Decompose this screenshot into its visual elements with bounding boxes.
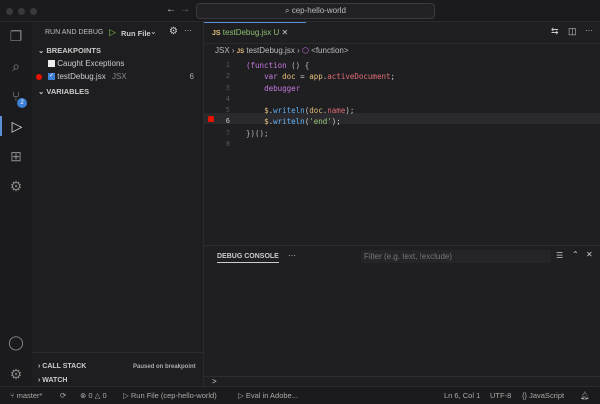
extensions-icon[interactable]: ⊞ bbox=[6, 146, 26, 166]
search-icon[interactable]: ⌕ bbox=[6, 56, 26, 76]
call-stack-section-header[interactable]: › CALL STACK bbox=[38, 363, 86, 370]
remote-icon[interactable]: ⚙ bbox=[6, 176, 26, 196]
call-stack-label: CALL STACK bbox=[42, 363, 87, 370]
breadcrumb: JSX › JS testDebug.jsx › ⬡ <function> bbox=[215, 46, 349, 55]
editor-area: JS testDebug.jsx U ✕ ⇆ ◫ ··· JSX › JS te… bbox=[204, 22, 600, 244]
variables-section-header[interactable]: ⌄ VARIABLES bbox=[38, 87, 89, 96]
checkbox-checked[interactable]: ✓ bbox=[48, 73, 55, 81]
debug-sidebar: RUN AND DEBUG ▷ Run File ⌄ ⚙ ··· ⌄ BREAK… bbox=[32, 22, 204, 386]
command-center-search[interactable]: ⌕ cep-hello-world bbox=[196, 3, 435, 19]
line-number: 7 bbox=[225, 128, 230, 137]
filter-placeholder: Filter (e.g. text, !exclude) bbox=[364, 252, 453, 261]
checkbox[interactable] bbox=[48, 60, 55, 68]
language-mode[interactable]: {} JavaScript bbox=[522, 387, 564, 404]
function-symbol-icon: ⬡ bbox=[301, 46, 309, 55]
untracked-badge: U bbox=[273, 28, 280, 37]
more-panels-icon[interactable]: ··· bbox=[288, 251, 296, 260]
breakpoint-folder: JSX bbox=[111, 72, 127, 81]
language-label: JavaScript bbox=[529, 391, 565, 400]
breadcrumb-file[interactable]: testDebug.jsx bbox=[246, 46, 294, 55]
settings-gear-icon[interactable]: ⚙ bbox=[6, 364, 26, 384]
warnings-count: 0 bbox=[102, 391, 107, 400]
breakpoints-header-label: BREAKPOINTS bbox=[46, 46, 101, 55]
close-window-button[interactable] bbox=[6, 8, 13, 15]
maximize-window-button[interactable] bbox=[30, 8, 37, 15]
run-file-item[interactable]: ▷ Run File (cep-hello-world) bbox=[123, 387, 217, 404]
breadcrumb-symbol[interactable]: <function> bbox=[311, 46, 348, 55]
run-label: Run File (cep-hello-world) bbox=[130, 391, 217, 400]
console-filter-input[interactable]: Filter (e.g. text, !exclude) bbox=[361, 250, 551, 263]
line-number: 4 bbox=[225, 94, 230, 103]
debug-config-select[interactable]: Run File bbox=[121, 29, 151, 38]
branch-item[interactable]: ⑂ master* bbox=[10, 387, 42, 404]
line-number: 5 bbox=[225, 106, 230, 115]
clear-console-icon[interactable]: ☰ bbox=[556, 251, 563, 260]
breakpoint-testdebug[interactable]: ✓ testDebug.jsx JSX 6 bbox=[48, 72, 198, 81]
errors-count: 0 bbox=[88, 391, 93, 400]
notifications-bell-icon[interactable]: 🔔︎ bbox=[580, 387, 590, 404]
status-bar: ⑂ master* ⟳ ⊗ 0 △ 0 ▷ Run File (cep-hell… bbox=[0, 386, 600, 404]
forward-button[interactable]: → bbox=[180, 4, 190, 15]
sidebar-title: RUN AND DEBUG bbox=[45, 29, 104, 36]
breakpoints-section-header[interactable]: ⌄ BREAKPOINTS bbox=[38, 46, 101, 55]
tab-debug-console[interactable]: DEBUG CONSOLE bbox=[217, 253, 279, 263]
start-debug-icon[interactable]: ▷ bbox=[109, 27, 116, 38]
close-tab-icon[interactable]: ✕ bbox=[282, 28, 289, 37]
gear-icon[interactable]: ⚙ bbox=[169, 26, 178, 37]
breadcrumb-folder[interactable]: JSX bbox=[215, 46, 230, 55]
debug-console-panel: DEBUG CONSOLE ··· Filter (e.g. text, !ex… bbox=[204, 245, 600, 386]
title-bar: ← → ⌕ cep-hello-world bbox=[0, 0, 600, 22]
run-debug-icon[interactable]: ▷ bbox=[0, 116, 32, 136]
more-actions-icon[interactable]: ··· bbox=[184, 26, 192, 35]
js-file-icon: JS bbox=[212, 30, 221, 37]
breakpoint-caught-exceptions[interactable]: Caught Exceptions bbox=[48, 59, 124, 68]
explorer-icon[interactable]: ❐ bbox=[6, 26, 26, 46]
encoding[interactable]: UTF-8 bbox=[490, 387, 511, 404]
js-file-icon: JS bbox=[236, 49, 245, 55]
console-input[interactable]: > bbox=[212, 377, 217, 386]
split-editor-icon[interactable]: ◫ bbox=[568, 26, 577, 37]
breakpoint-label: testDebug.jsx bbox=[57, 72, 106, 81]
line-number: 1 bbox=[225, 61, 230, 69]
search-icon: ⌕ bbox=[285, 6, 292, 15]
watch-section-header[interactable]: › WATCH bbox=[38, 377, 67, 384]
search-label: cep-hello-world bbox=[291, 6, 346, 15]
more-actions-icon[interactable]: ··· bbox=[585, 26, 593, 35]
chevron-down-icon[interactable]: ⌄ bbox=[150, 27, 157, 36]
branch-label: master* bbox=[16, 391, 43, 400]
line-number: 8 bbox=[225, 140, 230, 149]
eval-label: Eval in Adobe... bbox=[245, 391, 298, 400]
breakpoint-label: Caught Exceptions bbox=[57, 59, 125, 68]
tab-testdebug[interactable]: JS testDebug.jsx U ✕ bbox=[204, 22, 306, 44]
back-button[interactable]: ← bbox=[166, 4, 176, 15]
eval-item[interactable]: ▷ Eval in Adobe... bbox=[238, 387, 298, 404]
cursor-position[interactable]: Ln 6, Col 1 bbox=[444, 387, 480, 404]
activity-bar: ❐ ⌕ ⑂ 2 ▷ ⊞ ⚙ ◯ ⚙ bbox=[0, 22, 32, 386]
maximize-panel-icon[interactable]: ⌃ bbox=[572, 250, 579, 259]
open-changes-icon[interactable]: ⇆ bbox=[551, 26, 559, 37]
line-number: 3 bbox=[225, 83, 230, 92]
close-panel-icon[interactable]: ✕ bbox=[586, 250, 593, 259]
code-content[interactable]: (function () { var doc = app.activeDocum… bbox=[246, 60, 395, 139]
minimize-window-button[interactable] bbox=[18, 8, 25, 15]
line-numbers: 1 2 3 4 5 6 7 8 bbox=[204, 60, 230, 150]
paused-status: Paused on breakpoint bbox=[133, 364, 196, 370]
breakpoint-line: 6 bbox=[189, 72, 194, 81]
line-number: 6 bbox=[225, 117, 230, 126]
account-icon[interactable]: ◯ bbox=[6, 332, 26, 352]
problems-item[interactable]: ⊗ 0 △ 0 bbox=[80, 387, 107, 404]
line-number: 2 bbox=[225, 72, 230, 81]
variables-header-label: VARIABLES bbox=[46, 87, 90, 96]
breakpoint-dot-icon bbox=[36, 74, 42, 80]
sync-icon[interactable]: ⟳ bbox=[60, 387, 66, 404]
watch-label: WATCH bbox=[42, 377, 68, 384]
tab-label: testDebug.jsx bbox=[222, 28, 272, 37]
source-control-badge: 2 bbox=[17, 98, 27, 108]
